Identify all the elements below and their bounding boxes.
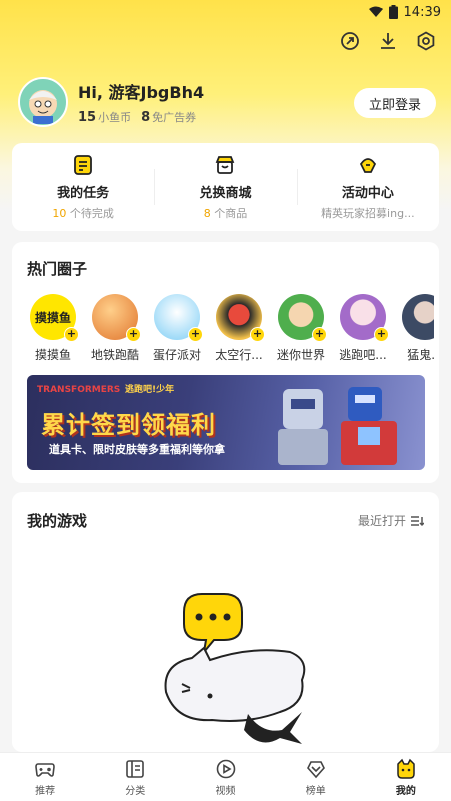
- tab-label: 榜单: [305, 785, 326, 797]
- circle-item[interactable]: 猛鬼...: [394, 294, 434, 364]
- circle-item[interactable]: + 地铁跑酷: [84, 294, 146, 364]
- gear-icon: [417, 31, 435, 51]
- my-games-card: 我的游戏 最近打开: [12, 492, 439, 752]
- coins-stat[interactable]: 15 小鱼币: [78, 109, 131, 125]
- profile-icon: [397, 758, 415, 779]
- avatar-character-icon: [29, 90, 57, 124]
- tab-ranking[interactable]: 榜单: [271, 753, 361, 801]
- bottom-tab-bar: 推荐 分类 视频 榜单 我的: [0, 752, 451, 801]
- settings-button[interactable]: [415, 30, 437, 52]
- sort-recent-button[interactable]: 最近打开: [358, 512, 424, 529]
- quick-link-sub: 10 个待完成: [52, 206, 114, 220]
- download-button[interactable]: [377, 30, 399, 52]
- section-title: 热门圈子: [27, 260, 88, 278]
- tab-category[interactable]: 分类: [90, 753, 180, 801]
- top-actions: [339, 30, 437, 52]
- task-list-icon: [74, 154, 93, 175]
- circle-list[interactable]: 摸摸鱼 + 摸摸鱼 + 地铁跑酷 + 蛋仔派对 + 太空行... + 迷你世界 +…: [22, 294, 434, 364]
- status-bar: 14:39: [0, 0, 451, 24]
- download-icon: [381, 33, 395, 49]
- hot-circles-card: 热门圈子 摸摸鱼 + 摸摸鱼 + 地铁跑酷 + 蛋仔派对 + 太空行... + 迷…: [12, 242, 439, 483]
- eggy-party-icon: +: [154, 294, 203, 342]
- play-icon: [216, 759, 235, 778]
- banner-subtitle: 道具卡、限时皮肤等多重福利等你拿: [49, 443, 225, 456]
- circle-label: 太空行...: [215, 348, 263, 362]
- circle-label: 摸摸鱼: [34, 348, 71, 362]
- sort-icon: [411, 515, 424, 526]
- tab-label: 推荐: [35, 785, 56, 797]
- quick-links-card: 我的任务 10 个待完成 兑换商城 8 个商品 活动中心 精英玩家招募ing..…: [12, 143, 439, 231]
- robot-illustration-icon: [278, 387, 397, 465]
- section-title: 我的游戏: [27, 512, 88, 530]
- empty-cat-illustration-icon: [164, 593, 306, 744]
- ghost-game-icon: [402, 294, 434, 340]
- exchange-store-link[interactable]: 兑换商城 8 个商品: [154, 143, 296, 231]
- share-button[interactable]: [339, 30, 361, 52]
- circle-item[interactable]: 摸摸鱼 + 摸摸鱼: [22, 294, 84, 364]
- circle-label: 蛋仔派对: [152, 348, 201, 362]
- profile-section: Hi, 游客JbgBh4 15 小鱼币 8 免广告券 立即登录: [18, 76, 438, 128]
- circle-label: 逃跑吧...: [339, 348, 387, 362]
- share-icon: [341, 32, 359, 50]
- avatar[interactable]: [18, 77, 68, 127]
- circle-item[interactable]: + 蛋仔派对: [146, 294, 208, 364]
- circle-label: 迷你世界: [276, 348, 325, 362]
- circle-logo: 摸摸鱼 +: [30, 294, 79, 342]
- join-plus-icon[interactable]: +: [250, 327, 265, 342]
- subway-surfers-icon: +: [92, 294, 141, 342]
- space-action-icon: +: [216, 294, 265, 342]
- megaphone-icon: [359, 157, 376, 173]
- my-tasks-link[interactable]: 我的任务 10 个待完成: [12, 143, 154, 231]
- mini-world-icon: +: [278, 294, 327, 342]
- tab-video[interactable]: 视频: [180, 753, 270, 801]
- ranking-icon: [306, 760, 325, 778]
- gamepad-icon: [35, 762, 55, 777]
- tab-label: 我的: [395, 785, 416, 797]
- sort-label: 最近打开: [357, 514, 406, 528]
- tab-mine[interactable]: 我的: [361, 753, 451, 801]
- signin-rewards-banner[interactable]: TRANSFORMERS 逃跑吧!少年 累计签到领福利 道具卡、限时皮肤等多重福…: [27, 375, 425, 470]
- quick-link-sub: 8 个商品: [203, 206, 248, 220]
- activity-center-link[interactable]: 活动中心 精英玩家招募ing...: [296, 143, 439, 231]
- quick-link-title: 我的任务: [57, 185, 110, 201]
- circle-label: 地铁跑酷: [90, 348, 139, 362]
- battery-icon: [388, 5, 398, 19]
- join-plus-icon[interactable]: +: [312, 327, 327, 342]
- wifi-icon: [368, 6, 383, 17]
- tab-label: 分类: [125, 785, 146, 797]
- store-icon: [216, 155, 235, 174]
- quick-link-title: 活动中心: [341, 185, 394, 201]
- tab-label: 视频: [215, 785, 236, 797]
- circle-item[interactable]: + 太空行...: [208, 294, 270, 364]
- login-button[interactable]: 立即登录: [354, 88, 436, 118]
- ad-coupons-stat[interactable]: 8 免广告券: [141, 109, 196, 125]
- tab-recommend[interactable]: 推荐: [0, 753, 90, 801]
- join-plus-icon[interactable]: +: [374, 327, 389, 342]
- join-plus-icon[interactable]: +: [126, 327, 141, 342]
- banner-brand: TRANSFORMERS: [37, 385, 121, 395]
- quick-link-title: 兑换商城: [199, 185, 252, 201]
- circle-label: 猛鬼...: [407, 348, 434, 362]
- status-time: 14:39: [403, 4, 441, 20]
- category-icon: [126, 759, 145, 778]
- join-plus-icon[interactable]: +: [188, 327, 203, 342]
- escape-game-icon: +: [340, 294, 389, 342]
- quick-link-sub: 精英玩家招募ing...: [321, 206, 415, 220]
- circle-item[interactable]: + 迷你世界: [270, 294, 332, 364]
- join-plus-icon[interactable]: +: [64, 327, 79, 342]
- banner-title: 累计签到领福利: [41, 411, 216, 439]
- banner-game-logo: 逃跑吧!少年: [125, 385, 175, 395]
- circle-item[interactable]: + 逃跑吧...: [332, 294, 394, 364]
